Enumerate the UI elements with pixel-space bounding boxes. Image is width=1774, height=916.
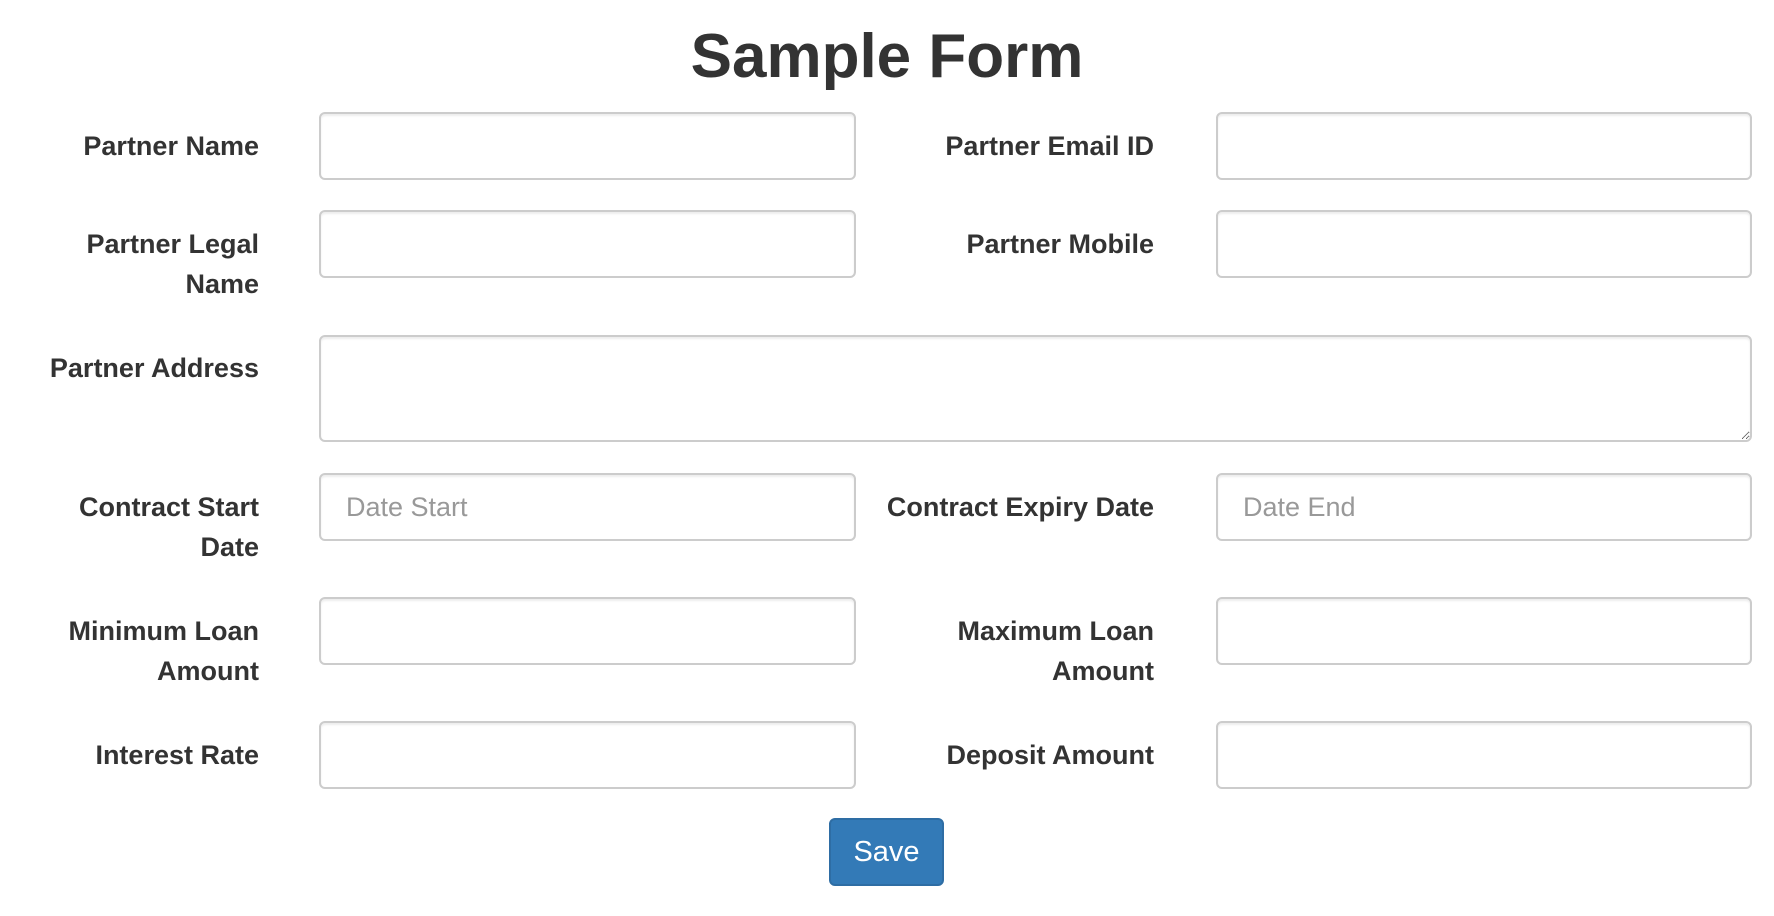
minimum-loan-amount-label: Minimum Loan Amount xyxy=(68,616,260,686)
partner-name-input[interactable] xyxy=(319,112,856,180)
partner-email-input[interactable] xyxy=(1216,112,1752,180)
partner-legal-name-input[interactable] xyxy=(319,210,856,278)
contract-expiry-date-input[interactable] xyxy=(1216,473,1752,541)
deposit-amount-input[interactable] xyxy=(1216,721,1752,789)
partner-mobile-input[interactable] xyxy=(1216,210,1752,278)
partner-mobile-label: Partner Mobile xyxy=(966,229,1154,259)
contract-start-date-label: Contract Start Date xyxy=(78,492,259,562)
minimum-loan-amount-input[interactable] xyxy=(319,597,856,665)
interest-rate-label: Interest Rate xyxy=(95,740,259,770)
partner-address-label: Partner Address xyxy=(49,353,259,383)
partner-name-label: Partner Name xyxy=(83,131,259,161)
partner-legal-name-label: Partner Legal Name xyxy=(86,229,259,299)
contract-expiry-date-label: Contract Expiry Date xyxy=(886,492,1154,522)
partner-email-label: Partner Email ID xyxy=(945,131,1154,161)
interest-rate-input[interactable] xyxy=(319,721,856,789)
contract-start-date-input[interactable] xyxy=(319,473,856,541)
deposit-amount-label: Deposit Amount xyxy=(946,740,1154,770)
maximum-loan-amount-input[interactable] xyxy=(1216,597,1752,665)
maximum-loan-amount-label: Maximum Loan Amount xyxy=(957,616,1154,686)
partner-address-textarea[interactable] xyxy=(319,335,1752,442)
page-title: Sample Form xyxy=(690,22,1084,91)
save-button[interactable]: Save xyxy=(829,818,944,886)
